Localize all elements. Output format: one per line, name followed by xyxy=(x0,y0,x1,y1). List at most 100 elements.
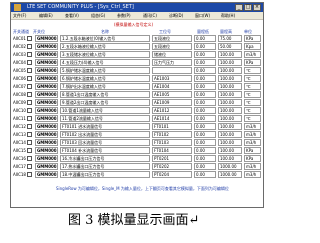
range-high-field[interactable]: 1000.00 xyxy=(218,163,242,170)
range-high-field[interactable]: 100.00 xyxy=(218,51,242,58)
enable-checkbox[interactable] xyxy=(27,92,32,97)
range-high-field[interactable]: 100.00 xyxy=(218,131,242,138)
range-low-field[interactable]: 0.00 xyxy=(194,75,216,82)
signal-name-field[interactable]: 16.冷水罐出口压力信号 xyxy=(60,155,150,162)
enable-checkbox[interactable] xyxy=(27,76,32,81)
enable-checkbox[interactable] xyxy=(27,68,32,73)
signal-name-field[interactable]: FT0101 进水流量信号 xyxy=(60,123,150,130)
signal-name-field[interactable]: 6.锅炉储水温度输入信号 xyxy=(60,75,150,82)
range-high-field[interactable]: 100.00 xyxy=(218,67,242,74)
unit-field[interactable]: KPa xyxy=(244,155,261,162)
range-low-field[interactable]: 0.00 xyxy=(194,67,216,74)
range-high-field[interactable]: 100.00 xyxy=(218,75,242,82)
position-field[interactable]: PT0201 xyxy=(152,155,192,162)
unit-field[interactable]: ℃ xyxy=(244,115,261,122)
range-low-field[interactable]: 0.00 xyxy=(194,163,216,170)
menu-params[interactable]: 参数(P) xyxy=(117,13,131,18)
unit-field[interactable]: ℃ xyxy=(244,107,261,114)
enable-checkbox[interactable] xyxy=(27,100,32,105)
range-high-field[interactable]: 100.00 xyxy=(218,155,242,162)
enable-checkbox[interactable] xyxy=(27,148,32,153)
signal-name-field[interactable]: FT0103 回水流量信号 xyxy=(60,139,150,146)
range-high-field[interactable]: 1000.00 xyxy=(218,171,242,178)
menu-comm[interactable]: 通讯(C) xyxy=(143,13,157,18)
range-high-field[interactable]: 100.00 xyxy=(218,91,242,98)
enable-checkbox[interactable] xyxy=(27,36,32,41)
range-high-field[interactable]: 75.00 xyxy=(218,35,242,42)
unit-field[interactable]: ℃ xyxy=(244,67,261,74)
position-field[interactable]: AE1004 xyxy=(152,83,192,90)
maximize-button[interactable]: □ xyxy=(244,4,252,11)
unit-field[interactable]: Kpa xyxy=(244,43,261,50)
unit-field[interactable]: m3/h xyxy=(244,131,261,138)
position-field[interactable]: 五段液位 xyxy=(152,43,192,50)
position-field[interactable]: FT0101 xyxy=(152,123,192,130)
range-low-field[interactable]: 0.00 xyxy=(194,59,216,66)
range-high-field[interactable]: 100.00 xyxy=(218,99,242,106)
unit-field[interactable]: KPa xyxy=(244,59,261,66)
unit-field[interactable]: ℃ xyxy=(244,75,261,82)
range-low-field[interactable]: 0.00 xyxy=(194,147,216,154)
signal-name-field[interactable]: 3.五段储水液位输入信号 xyxy=(60,51,150,58)
signal-name-field[interactable]: 2.五段水箱液位输入信号 xyxy=(60,43,150,50)
range-low-field[interactable]: 0.00 xyxy=(194,35,216,42)
range-high-field[interactable]: 100.00 xyxy=(218,147,242,154)
unit-field[interactable]: KPa xyxy=(244,147,261,154)
range-low-field[interactable]: 0.00 xyxy=(194,99,216,106)
enable-checkbox[interactable] xyxy=(27,84,32,89)
signal-name-field[interactable]: 18.中温罐出口压力信号 xyxy=(60,171,150,178)
range-high-field[interactable]: 100.00 xyxy=(218,107,242,114)
signal-name-field[interactable]: 9.管道2出口温度输入信号 xyxy=(60,99,150,106)
enable-checkbox[interactable] xyxy=(27,132,32,137)
position-field[interactable]: AE1012 xyxy=(152,107,192,114)
menu-file[interactable]: 文件(F) xyxy=(13,13,26,18)
range-low-field[interactable]: 0.00 xyxy=(194,51,216,58)
unit-field[interactable]: m3/h xyxy=(244,51,261,58)
position-field[interactable]: AE1009 xyxy=(152,99,192,106)
position-field[interactable]: AE1014 xyxy=(152,115,192,122)
range-high-field[interactable]: 100.00 xyxy=(218,59,242,66)
unit-field[interactable]: m3/h xyxy=(244,123,261,130)
position-field[interactable] xyxy=(152,67,192,74)
menu-edit[interactable]: 编辑(E) xyxy=(39,13,53,18)
signal-name-field[interactable]: FT0102 出水流量信号 xyxy=(60,131,150,138)
unit-field[interactable]: m3/h xyxy=(244,171,261,178)
enable-checkbox[interactable] xyxy=(27,156,32,161)
unit-field[interactable]: ℃ xyxy=(244,99,261,106)
unit-field[interactable]: ℃ xyxy=(244,91,261,98)
signal-name-field[interactable]: 1.2.五段水箱液位(0)输入信号 xyxy=(60,35,150,42)
range-low-field[interactable]: 0.00 xyxy=(194,131,216,138)
position-field[interactable]: 储液位 xyxy=(152,51,192,58)
enable-checkbox[interactable] xyxy=(27,44,32,49)
position-field[interactable]: AE1005 xyxy=(152,91,192,98)
position-field[interactable]: 压力气压力 xyxy=(152,59,192,66)
unit-field[interactable]: m3/h xyxy=(244,163,261,170)
position-field[interactable]: AE1003 xyxy=(152,75,192,82)
range-high-field[interactable]: 100.00 xyxy=(218,123,242,130)
unit-field[interactable]: KPa xyxy=(244,35,261,42)
signal-name-field[interactable]: 10.管道1流量输入信号 xyxy=(60,107,150,114)
range-low-field[interactable]: 0.00 xyxy=(194,171,216,178)
range-low-field[interactable]: 0.00 xyxy=(194,43,216,50)
enable-checkbox[interactable] xyxy=(27,140,32,145)
menu-window[interactable]: 窗口(W) xyxy=(195,13,210,18)
enable-checkbox[interactable] xyxy=(27,172,32,177)
range-low-field[interactable]: 0.00 xyxy=(194,155,216,162)
range-high-field[interactable]: 100.00 xyxy=(218,115,242,122)
position-field[interactable]: FT0102 xyxy=(152,131,192,138)
close-button[interactable]: × xyxy=(253,4,261,11)
range-high-field[interactable]: 100.00 xyxy=(218,139,242,146)
position-field[interactable]: FT0103 xyxy=(152,139,192,146)
enable-checkbox[interactable] xyxy=(27,116,32,121)
signal-name-field[interactable]: 7.锅炉出水温度输入信号 xyxy=(60,83,150,90)
signal-name-field[interactable]: 8.管道1出口温度输入信号 xyxy=(60,91,150,98)
enable-checkbox[interactable] xyxy=(27,52,32,57)
position-field[interactable]: 五段液位 xyxy=(152,35,192,42)
range-low-field[interactable]: 0.00 xyxy=(194,123,216,130)
range-low-field[interactable]: 0.00 xyxy=(194,115,216,122)
enable-checkbox[interactable] xyxy=(27,164,32,169)
range-high-field[interactable]: 50.00 xyxy=(218,43,242,50)
signal-name-field[interactable]: 17.热水罐出口压力信号 xyxy=(60,163,150,170)
range-low-field[interactable]: 0.00 xyxy=(194,91,216,98)
position-field[interactable]: PT0204 xyxy=(152,171,192,178)
